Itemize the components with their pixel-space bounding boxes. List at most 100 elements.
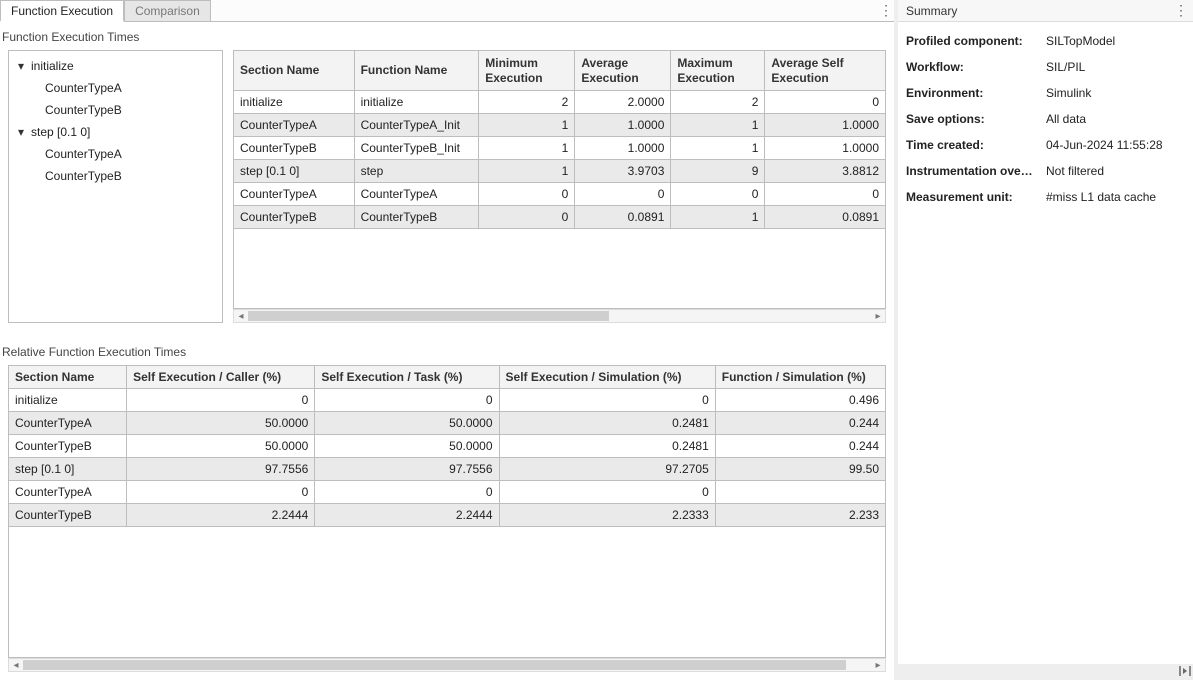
- tree-item[interactable]: CounterTypeA: [11, 143, 220, 165]
- rel-hscroll[interactable]: ◂ ▸: [8, 658, 886, 672]
- table-cell: 0.2481: [499, 435, 715, 458]
- table-cell: 1.0000: [765, 137, 886, 160]
- col-header[interactable]: Average SelfExecution: [765, 51, 886, 91]
- scroll-right-icon[interactable]: ▸: [871, 660, 885, 671]
- table-cell: 0: [315, 389, 499, 412]
- table-cell: 50.0000: [127, 412, 315, 435]
- rel-title: Relative Function Execution Times: [0, 337, 894, 365]
- col-header[interactable]: AverageExecution: [575, 51, 671, 91]
- table-row[interactable]: step [0.1 0]step13.970393.8812: [234, 160, 886, 183]
- table-row[interactable]: initializeinitialize22.000020: [234, 91, 886, 114]
- table-row[interactable]: CounterTypeACounterTypeA0000: [234, 183, 886, 206]
- collapse-icon[interactable]: [1179, 665, 1191, 680]
- tree-expand-icon[interactable]: ▾: [15, 59, 27, 73]
- tree-item[interactable]: ▾step [0.1 0]: [11, 121, 220, 143]
- table-cell: CounterTypeA: [234, 114, 355, 137]
- fet-title: Function Execution Times: [0, 22, 894, 50]
- tree-item-label: initialize: [27, 59, 74, 73]
- side-footer: [898, 664, 1193, 680]
- tree-item-label: CounterTypeB: [41, 169, 122, 183]
- tab-function-execution[interactable]: Function Execution: [0, 0, 124, 22]
- table-cell: 2.0000: [575, 91, 671, 114]
- table-cell: 0: [127, 481, 315, 504]
- table-row[interactable]: CounterTypeACounterTypeA_Init11.000011.0…: [234, 114, 886, 137]
- summary-key: Time created:: [906, 138, 1046, 152]
- table-cell: CounterTypeA: [9, 481, 127, 504]
- tree-expand-icon[interactable]: ▾: [15, 125, 27, 139]
- main-menu-icon[interactable]: ⋮: [878, 0, 894, 21]
- table-row[interactable]: step [0.1 0]97.755697.755697.270599.50: [9, 458, 886, 481]
- summary-value: SILTopModel: [1046, 34, 1185, 48]
- scroll-thumb[interactable]: [23, 660, 846, 670]
- table-cell: 99.50: [715, 458, 885, 481]
- table-cell: initialize: [9, 389, 127, 412]
- col-header[interactable]: Self Execution / Caller (%): [127, 366, 315, 389]
- scroll-left-icon[interactable]: ◂: [9, 660, 23, 671]
- table-cell: 0: [499, 389, 715, 412]
- table-cell: CounterTypeA: [234, 183, 355, 206]
- col-header[interactable]: Section Name: [9, 366, 127, 389]
- col-header[interactable]: MinimumExecution: [479, 51, 575, 91]
- table-cell: 1: [479, 137, 575, 160]
- summary-value: Not filtered: [1046, 164, 1185, 178]
- summary-row: Measurement unit:#miss L1 data cache: [906, 184, 1185, 210]
- tree-item[interactable]: CounterTypeB: [11, 99, 220, 121]
- table-row[interactable]: CounterTypeBCounterTypeB00.089110.0891: [234, 206, 886, 229]
- table-cell: CounterTypeA_Init: [354, 114, 479, 137]
- table-row[interactable]: CounterTypeB50.000050.00000.24810.244: [9, 435, 886, 458]
- table-cell: 2: [479, 91, 575, 114]
- summary-key: Profiled component:: [906, 34, 1046, 48]
- tab-comparison[interactable]: Comparison: [124, 0, 211, 21]
- table-row[interactable]: CounterTypeBCounterTypeB_Init11.000011.0…: [234, 137, 886, 160]
- table-cell: 50.0000: [127, 435, 315, 458]
- table-cell: 0: [127, 389, 315, 412]
- tabbar: Function Execution Comparison ⋮: [0, 0, 894, 22]
- table-cell: CounterTypeB: [9, 504, 127, 527]
- table-cell: CounterTypeB_Init: [354, 137, 479, 160]
- table-cell: step [0.1 0]: [234, 160, 355, 183]
- table-cell: initialize: [234, 91, 355, 114]
- table-cell: 2.2444: [315, 504, 499, 527]
- table-cell: 0.2481: [499, 412, 715, 435]
- summary-menu-icon[interactable]: ⋮: [1173, 2, 1189, 19]
- table-cell: 3.8812: [765, 160, 886, 183]
- summary-title: Summary: [906, 4, 1173, 18]
- table-row[interactable]: CounterTypeA50.000050.00000.24810.244: [9, 412, 886, 435]
- fet-hscroll[interactable]: ◂ ▸: [233, 309, 886, 323]
- table-cell: 0: [479, 206, 575, 229]
- summary-value: All data: [1046, 112, 1185, 126]
- tree-item-label: CounterTypeB: [41, 103, 122, 117]
- table-cell: 0.496: [715, 389, 885, 412]
- tree-item[interactable]: ▾initialize: [11, 55, 220, 77]
- tree-item[interactable]: CounterTypeA: [11, 77, 220, 99]
- table-cell: 1.0000: [575, 137, 671, 160]
- rel-table[interactable]: Section NameSelf Execution / Caller (%)S…: [8, 365, 886, 527]
- table-cell: step [0.1 0]: [9, 458, 127, 481]
- tree-item[interactable]: CounterTypeB: [11, 165, 220, 187]
- table-cell: 0: [765, 91, 886, 114]
- table-cell: 0: [479, 183, 575, 206]
- fet-table[interactable]: Section NameFunction NameMinimumExecutio…: [233, 50, 886, 229]
- scroll-right-icon[interactable]: ▸: [871, 311, 885, 322]
- table-cell: 97.7556: [315, 458, 499, 481]
- section-tree[interactable]: ▾initializeCounterTypeACounterTypeB▾step…: [8, 50, 223, 323]
- table-row[interactable]: CounterTypeB2.24442.24442.23332.233: [9, 504, 886, 527]
- col-header[interactable]: Self Execution / Task (%): [315, 366, 499, 389]
- table-cell: 0: [499, 481, 715, 504]
- col-header[interactable]: Section Name: [234, 51, 355, 91]
- table-row[interactable]: initialize0000.496: [9, 389, 886, 412]
- scroll-left-icon[interactable]: ◂: [234, 311, 248, 322]
- table-row[interactable]: CounterTypeA000: [9, 481, 886, 504]
- scroll-thumb[interactable]: [248, 311, 609, 321]
- table-cell: 2: [671, 91, 765, 114]
- table-cell: 9: [671, 160, 765, 183]
- col-header[interactable]: MaximumExecution: [671, 51, 765, 91]
- col-header[interactable]: Function / Simulation (%): [715, 366, 885, 389]
- summary-value: SIL/PIL: [1046, 60, 1185, 74]
- col-header[interactable]: Function Name: [354, 51, 479, 91]
- table-cell: 0.244: [715, 435, 885, 458]
- table-cell: 2.2333: [499, 504, 715, 527]
- table-cell: 1: [671, 114, 765, 137]
- tree-item-label: CounterTypeA: [41, 81, 122, 95]
- col-header[interactable]: Self Execution / Simulation (%): [499, 366, 715, 389]
